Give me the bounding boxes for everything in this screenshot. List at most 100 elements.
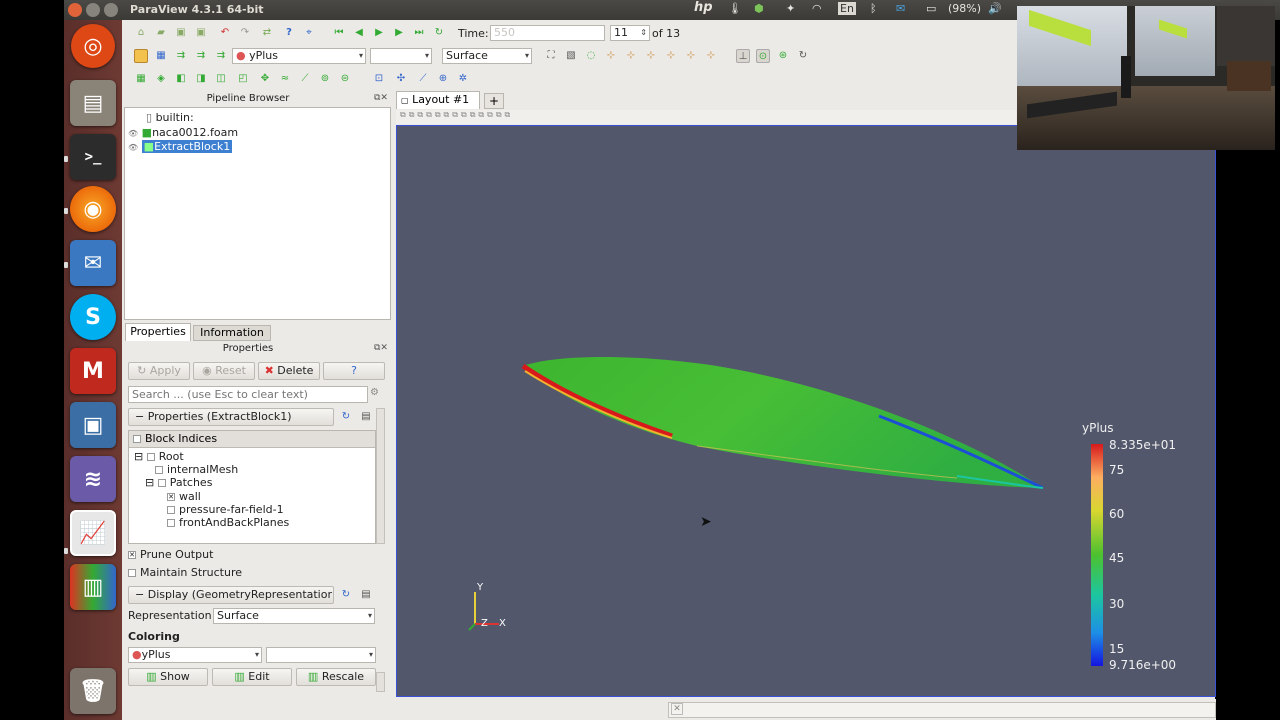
stream-tracer-icon[interactable]: ≈ xyxy=(278,72,292,86)
selection-icon[interactable]: ✣ xyxy=(394,72,408,86)
prune-output-checkbox[interactable]: ✕ Prune Output xyxy=(128,548,213,561)
save-defaults-icon[interactable]: ▤ xyxy=(359,588,373,602)
interaction-mode-icon[interactable]: ◌ xyxy=(584,49,598,63)
edit-button[interactable]: ▥ Edit xyxy=(212,668,292,686)
last-frame-icon[interactable]: ⏭ xyxy=(412,26,426,40)
view-toolbar-icons[interactable]: ⧉⧉⧉⧉⧉⧉⧉⧉⧉⧉⧉⧉⧉ xyxy=(400,110,513,120)
mail-icon[interactable]: ✉ xyxy=(896,2,905,15)
reset-camera-icon[interactable]: ⛶ xyxy=(544,49,558,63)
group-datasets-icon[interactable]: ⊚ xyxy=(318,72,332,86)
search-input[interactable] xyxy=(128,386,368,403)
skype-icon[interactable]: S xyxy=(70,294,116,340)
rescale-custom-icon[interactable]: ⇉ xyxy=(214,49,228,63)
add-layout-tab-button[interactable]: + xyxy=(484,93,504,109)
tree-item-patches[interactable]: ⊟ Patches xyxy=(145,476,212,489)
connect-icon[interactable]: ⇄ xyxy=(260,26,274,40)
calculator-icon[interactable]: ▦ xyxy=(134,72,148,86)
view-z-plus-icon[interactable]: ⊹ xyxy=(684,49,698,63)
help-button[interactable]: ? xyxy=(323,362,385,380)
maintain-structure-checkbox[interactable]: Maintain Structure xyxy=(128,566,242,579)
abort-icon[interactable]: ✕ xyxy=(671,703,683,715)
color-array-select[interactable]: ● yPlus ▾ xyxy=(232,48,366,64)
plot-icon[interactable]: ⟋ xyxy=(416,72,430,86)
float-panel-icon[interactable]: ⧉✕ xyxy=(374,343,388,353)
tab-information[interactable]: Information xyxy=(193,325,271,341)
rotate-view-icon[interactable]: ↻ xyxy=(796,49,810,63)
tab-layout-1[interactable]: ▢ Layout #1 × xyxy=(396,91,480,123)
view-x-minus-icon[interactable]: ⊹ xyxy=(624,49,638,63)
files-icon[interactable]: ▤ xyxy=(70,80,116,126)
zoom-data-icon[interactable]: ▧ xyxy=(564,49,578,63)
tree-item-front-and-back[interactable]: frontAndBackPlanes xyxy=(167,516,289,529)
reload-icon[interactable]: ↻ xyxy=(339,588,353,602)
coloring-dropdown[interactable]: ●yPlus ▾ xyxy=(128,647,262,663)
show-button[interactable]: ▥ Show xyxy=(128,668,208,686)
window-close-button[interactable] xyxy=(68,3,82,17)
play-icon[interactable]: ▶ xyxy=(372,26,386,40)
virtualbox-icon[interactable]: ▣ xyxy=(70,402,116,448)
color-edit-icon[interactable]: ⇉ xyxy=(174,49,188,63)
contour-icon[interactable]: ◈ xyxy=(154,72,168,86)
thunderbird-icon[interactable]: ✉ xyxy=(70,240,116,286)
pipeline-item-selected[interactable]: 👁 ■ExtractBlock1 xyxy=(128,140,233,153)
glyph-icon[interactable]: ✥ xyxy=(258,72,272,86)
wifi-icon[interactable]: ◠ xyxy=(812,2,822,15)
first-frame-icon[interactable]: ⏮ xyxy=(332,26,346,40)
pipeline-item[interactable]: ▯ builtin: xyxy=(146,111,194,124)
help-icon[interactable]: ? xyxy=(282,26,296,40)
view-y-plus-icon[interactable]: ⊹ xyxy=(644,49,658,63)
float-panel-icon[interactable]: ⧉✕ xyxy=(374,93,388,103)
properties-section-header[interactable]: − Properties (ExtractBlock1) xyxy=(128,408,334,426)
emacs-icon[interactable]: ≋ xyxy=(70,456,116,502)
apply-button[interactable]: ↻ Apply xyxy=(128,362,190,380)
paraview-launcher-icon[interactable]: ▥ xyxy=(70,564,116,610)
reset-button[interactable]: ◉ Reset xyxy=(193,362,255,380)
trash-icon[interactable]: 🗑 xyxy=(70,668,116,714)
next-frame-icon[interactable]: ▶ xyxy=(392,26,406,40)
tree-item-wall[interactable]: ✕ wall xyxy=(167,490,201,503)
reload-icon[interactable]: ↻ xyxy=(339,410,353,424)
battery-icon[interactable]: ▭ xyxy=(926,2,936,15)
display-section-header[interactable]: − Display (GeometryRepresentatior xyxy=(128,586,334,604)
center-axes-icon[interactable]: ⊙ xyxy=(756,49,770,63)
open-icon[interactable]: ⌂ xyxy=(134,26,148,40)
block-indices-header[interactable]: Block Indices xyxy=(129,431,375,448)
undo-icon[interactable]: ↶ xyxy=(218,26,232,40)
paraview-icon[interactable]: 📈 xyxy=(70,510,116,556)
tree-item-internal-mesh[interactable]: internalMesh xyxy=(155,463,238,476)
extract-level-icon[interactable]: ⊜ xyxy=(338,72,352,86)
eye-icon[interactable]: 👁 xyxy=(128,143,138,152)
threshold-icon[interactable]: ◫ xyxy=(214,72,228,86)
time-field[interactable]: 550 xyxy=(490,25,605,41)
timestep-spinbox[interactable]: 11 ⇕ xyxy=(610,25,650,41)
find-data-icon[interactable]: ⊡ xyxy=(372,72,386,86)
matlab-icon[interactable]: M xyxy=(70,348,116,394)
hp-icon[interactable]: hp xyxy=(694,0,713,15)
properties-scrollbar-lower[interactable] xyxy=(376,672,385,692)
firefox-icon[interactable]: ◉ xyxy=(70,186,116,232)
rescale-icon[interactable]: ⇉ xyxy=(194,49,208,63)
warp-icon[interactable]: ⟋ xyxy=(298,72,312,86)
open-folder-icon[interactable]: ▰ xyxy=(154,26,168,40)
spreadsheet-icon[interactable]: ✲ xyxy=(456,72,470,86)
bluetooth-icon[interactable]: ᛒ xyxy=(870,2,877,15)
eye-icon[interactable]: 👁 xyxy=(128,129,138,138)
advanced-toggle-icon[interactable]: ⚙ xyxy=(370,387,384,401)
window-maximize-button[interactable] xyxy=(104,3,118,17)
pipeline-item[interactable]: 👁 ■naca0012.foam xyxy=(128,126,238,139)
pick-center-icon[interactable]: ⊛ xyxy=(776,49,790,63)
load-state-icon[interactable]: ▣ xyxy=(194,26,208,40)
select-icon[interactable] xyxy=(134,49,148,63)
coloring-component-dropdown[interactable]: ▾ xyxy=(266,647,376,663)
keyboard-layout[interactable]: En xyxy=(838,2,856,15)
save-state-icon[interactable]: ▣ xyxy=(174,26,188,40)
representation-select[interactable]: Surface ▾ xyxy=(442,48,532,64)
window-minimize-button[interactable] xyxy=(86,3,100,17)
view-x-plus-icon[interactable]: ⊹ xyxy=(604,49,618,63)
tab-properties[interactable]: Properties xyxy=(125,323,191,341)
orientation-axes-icon[interactable]: ⊥ xyxy=(736,49,750,63)
rescale-button[interactable]: ▥ Rescale xyxy=(296,668,376,686)
slice-icon[interactable]: ◨ xyxy=(194,72,208,86)
clip-icon[interactable]: ◧ xyxy=(174,72,188,86)
terminal-icon[interactable]: >_ xyxy=(70,134,116,180)
